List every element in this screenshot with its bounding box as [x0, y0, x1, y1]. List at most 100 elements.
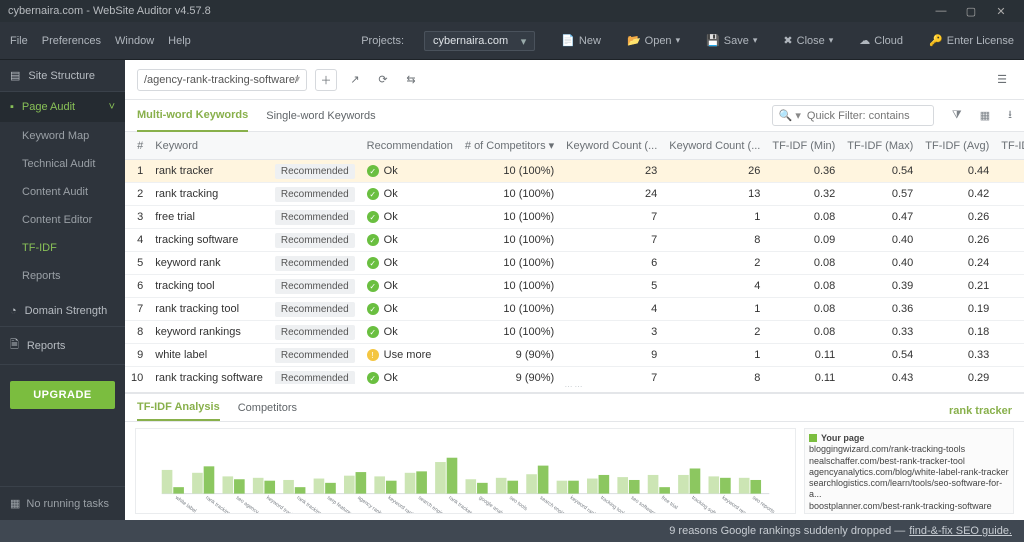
- sidebar-sub-reports[interactable]: Reports: [0, 262, 125, 290]
- share-icon[interactable]: ↗: [345, 70, 365, 90]
- table-row[interactable]: 3 free trial Recommended ✓ Ok 10 (100%) …: [125, 206, 1024, 229]
- menubar: File Preferences Window Help Projects: c…: [0, 22, 1024, 60]
- legend-item: boostplanner.com/best-rank-tracking-soft…: [809, 501, 1009, 512]
- col-rec-badge: [269, 132, 361, 160]
- filter-icon[interactable]: ⧩: [952, 109, 962, 122]
- sidebar-reports[interactable]: 🗎 Reports: [0, 327, 125, 365]
- svg-text:agency rank: agency rank: [356, 495, 383, 513]
- tab-multi-word[interactable]: Multi-word Keywords: [137, 100, 248, 132]
- recommended-badge: Recommended: [275, 210, 355, 225]
- svg-text:keyword rank: keyword rank: [387, 495, 416, 513]
- status-warn-icon: !: [367, 349, 379, 361]
- svg-text:seo agency: seo agency: [235, 495, 260, 513]
- status-ok-icon: ✓: [367, 188, 379, 200]
- tab-single-word[interactable]: Single-word Keywords: [266, 101, 375, 131]
- menu-file[interactable]: File: [10, 35, 28, 47]
- chart-legend: Your page bloggingwizard.com/rank-tracki…: [804, 428, 1014, 514]
- view-options-icon[interactable]: ☰: [992, 70, 1012, 90]
- sidebar-page-audit[interactable]: ▪ Page Audit˅: [0, 92, 125, 122]
- cloud-button[interactable]: ☁ Cloud: [859, 34, 903, 47]
- app-title: cybernaira.com - WebSite Auditor v4.57.8: [8, 5, 211, 17]
- col-min[interactable]: TF-IDF (Min): [766, 132, 841, 160]
- svg-text:search engine: search engine: [417, 495, 447, 513]
- enter-license-button[interactable]: 🔑 Enter License: [929, 34, 1014, 47]
- tfidf-chart[interactable]: white labelrank tracking softwareseo age…: [135, 428, 796, 514]
- save-button[interactable]: 💾 Save ▾: [706, 34, 757, 47]
- projects-label: Projects:: [361, 35, 404, 47]
- status-ok-icon: ✓: [367, 326, 379, 338]
- btab-analysis[interactable]: TF-IDF Analysis: [137, 401, 220, 421]
- col-recommendation[interactable]: Recommendation: [361, 132, 459, 160]
- upgrade-button[interactable]: UPGRADE: [10, 381, 115, 409]
- table-row[interactable]: 6 tracking tool Recommended ✓ Ok 10 (100…: [125, 275, 1024, 298]
- col-index[interactable]: #: [125, 132, 149, 160]
- table-row[interactable]: 4 tracking software Recommended ✓ Ok 10 …: [125, 229, 1024, 252]
- quick-filter-input[interactable]: [807, 110, 927, 122]
- col-max[interactable]: TF-IDF (Max): [841, 132, 919, 160]
- table-row[interactable]: 8 keyword rankings Recommended ✓ Ok 10 (…: [125, 321, 1024, 344]
- keyword-table: # Keyword Recommendation # of Competitor…: [125, 132, 1024, 384]
- project-selector[interactable]: cybernaira.com: [424, 31, 535, 51]
- columns-icon[interactable]: ▦: [980, 109, 990, 122]
- table-header-row: # Keyword Recommendation # of Competitor…: [125, 132, 1024, 160]
- bottom-pane: TF-IDF Analysis Competitors rank tracker…: [125, 392, 1024, 520]
- sidebar-sub-tfidf[interactable]: TF-IDF: [0, 234, 125, 262]
- status-bar: 9 reasons Google rankings suddenly dropp…: [0, 520, 1024, 542]
- status-ok-icon: ✓: [367, 280, 379, 292]
- col-yours[interactable]: TF-IDF (Your Pa...: [995, 132, 1024, 160]
- svg-text:tracking software: tracking software: [690, 495, 725, 513]
- recommended-badge: Recommended: [275, 187, 355, 202]
- table-row[interactable]: 9 white label Recommended ! Use more 9 (…: [125, 344, 1024, 367]
- page-url-selector[interactable]: /agency-rank-tracking-software/: [137, 69, 307, 91]
- minimize-button[interactable]: —: [926, 5, 956, 17]
- recommended-badge: Recommended: [275, 302, 355, 317]
- table-row[interactable]: 1 rank tracker Recommended ✓ Ok 10 (100%…: [125, 160, 1024, 183]
- legend-item: seoreseller.com/rank-tracker: [809, 512, 1009, 514]
- footer-text: 9 reasons Google rankings suddenly dropp…: [669, 525, 905, 537]
- titlebar: cybernaira.com - WebSite Auditor v4.57.8…: [0, 0, 1024, 22]
- quick-filter[interactable]: 🔍 ▾: [772, 105, 934, 126]
- legend-item: agencyanalytics.com/blog/white-label-ran…: [809, 467, 1009, 478]
- col-keyword[interactable]: Keyword: [149, 132, 269, 160]
- status-ok-icon: ✓: [367, 165, 379, 177]
- splitter[interactable]: ⋯⋯: [125, 384, 1024, 392]
- col-kcount2[interactable]: Keyword Count (...: [663, 132, 766, 160]
- add-page-button[interactable]: ＋: [315, 69, 337, 91]
- keyword-tabs: Multi-word Keywords Single-word Keywords…: [125, 100, 1024, 132]
- footer-link[interactable]: find-&-fix SEO guide.: [909, 525, 1012, 537]
- recommended-badge: Recommended: [275, 164, 355, 179]
- sidebar-sub-technical-audit[interactable]: Technical Audit: [0, 150, 125, 178]
- new-button[interactable]: 📄 New: [561, 34, 601, 47]
- table-row[interactable]: 2 rank tracking Recommended ✓ Ok 10 (100…: [125, 183, 1024, 206]
- sidebar-sub-content-editor[interactable]: Content Editor: [0, 206, 125, 234]
- status-ok-icon: ✓: [367, 372, 379, 384]
- sidebar-sub-keyword-map[interactable]: Keyword Map: [0, 122, 125, 150]
- close-button[interactable]: ✖ Close ▾: [783, 34, 833, 47]
- btab-competitors[interactable]: Competitors: [238, 402, 297, 420]
- legend-item: bloggingwizard.com/rank-tracking-tools: [809, 444, 1009, 455]
- export-icon[interactable]: ⭳: [1008, 106, 1012, 125]
- col-competitors[interactable]: # of Competitors ▾: [459, 132, 560, 160]
- keyword-table-wrap[interactable]: # Keyword Recommendation # of Competitor…: [125, 132, 1024, 384]
- sidebar-site-structure[interactable]: ▤ Site Structure: [0, 60, 125, 92]
- svg-text:google analytics: google analytics: [478, 495, 512, 513]
- sidebar-sub-content-audit[interactable]: Content Audit: [0, 178, 125, 206]
- sidebar-domain-strength[interactable]: ◔ Domain Strength: [0, 296, 125, 327]
- status-ok-icon: ✓: [367, 257, 379, 269]
- open-button[interactable]: 📂 Open ▾: [627, 34, 680, 47]
- col-kcount1[interactable]: Keyword Count (...: [560, 132, 663, 160]
- menu-window[interactable]: Window: [115, 35, 154, 47]
- recommended-badge: Recommended: [275, 279, 355, 294]
- menu-help[interactable]: Help: [168, 35, 191, 47]
- recommended-badge: Recommended: [275, 325, 355, 340]
- table-row[interactable]: 7 rank tracking tool Recommended ✓ Ok 10…: [125, 298, 1024, 321]
- sync-icon[interactable]: ⇆: [401, 70, 421, 90]
- menu-preferences[interactable]: Preferences: [42, 35, 101, 47]
- refresh-icon[interactable]: ⟳: [373, 70, 393, 90]
- table-row[interactable]: 5 keyword rank Recommended ✓ Ok 10 (100%…: [125, 252, 1024, 275]
- legend-item: nealschaffer.com/best-rank-tracker-tool: [809, 456, 1009, 467]
- col-avg[interactable]: TF-IDF (Avg): [919, 132, 995, 160]
- maximize-button[interactable]: ▢: [956, 5, 986, 18]
- svg-text:search engines: search engines: [538, 495, 570, 513]
- close-window-button[interactable]: ✕: [986, 5, 1016, 18]
